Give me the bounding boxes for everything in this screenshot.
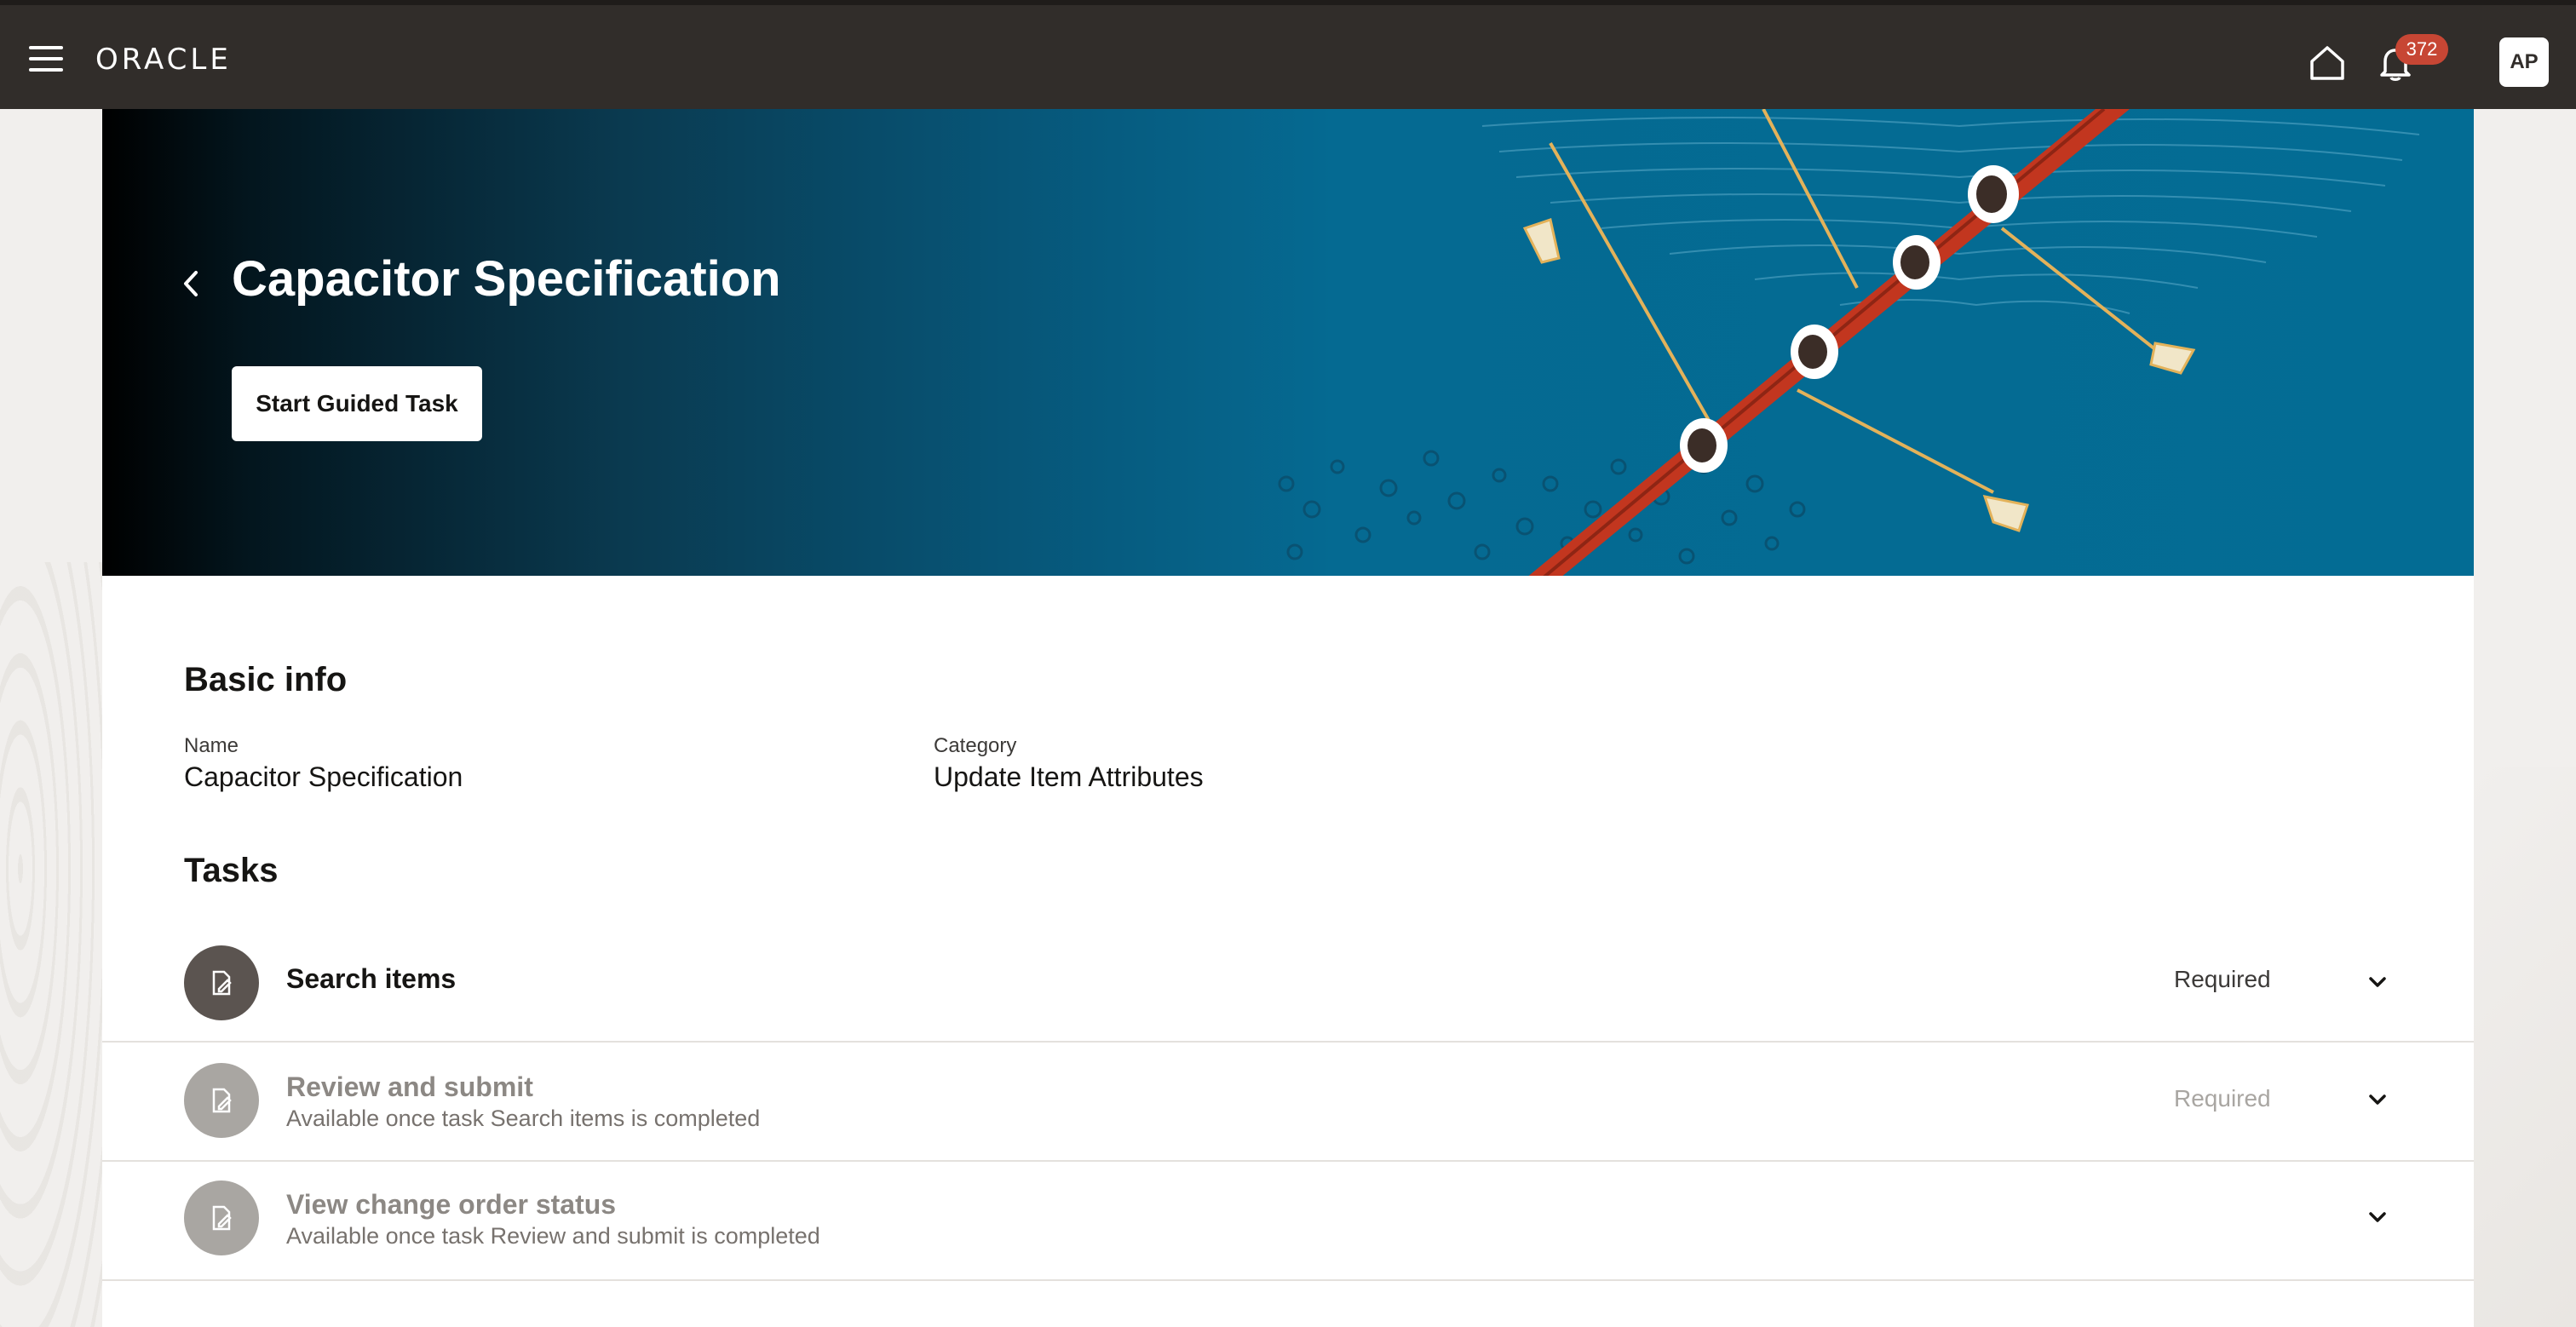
task-status: Required: [2174, 1085, 2271, 1112]
background-texture-left: [0, 562, 102, 1327]
notifications-badge: 372: [2395, 34, 2448, 65]
back-chevron-icon[interactable]: [170, 262, 213, 305]
task-row-review-and-submit[interactable]: Review and submit Available once task Se…: [102, 1044, 2474, 1162]
task-title: View change order status: [286, 1189, 617, 1220]
tasks-heading: Tasks: [184, 852, 279, 889]
start-guided-task-button[interactable]: Start Guided Task: [232, 366, 482, 441]
task-document-icon: [184, 945, 259, 1020]
menu-icon[interactable]: [29, 46, 63, 72]
home-icon[interactable]: [2307, 43, 2348, 83]
rowing-boat-illustration: [1278, 109, 2420, 576]
basic-info-heading: Basic info: [184, 661, 348, 698]
oracle-logo[interactable]: ORACLE: [95, 43, 232, 77]
task-row-view-change-order-status[interactable]: View change order status Available once …: [102, 1163, 2474, 1281]
task-status: Required: [2174, 966, 2271, 992]
name-value: Capacitor Specification: [184, 761, 463, 792]
task-title: Review and submit: [286, 1071, 533, 1102]
user-avatar[interactable]: AP: [2499, 37, 2549, 87]
category-value: Update Item Attributes: [934, 761, 1204, 792]
page-title: Capacitor Specification: [232, 251, 781, 307]
task-document-icon: [184, 1181, 259, 1255]
global-header: ORACLE 372 AP: [0, 0, 2576, 109]
task-title[interactable]: Search items: [286, 963, 456, 995]
task-subtitle: Available once task Review and submit is…: [286, 1223, 820, 1249]
background-texture-right: [2474, 767, 2576, 1327]
content-panel: Basic info Name Capacitor Specification …: [102, 576, 2474, 1327]
category-label: Category: [934, 734, 1017, 757]
task-subtitle: Available once task Search items is comp…: [286, 1106, 761, 1131]
task-row-search-items[interactable]: Search items Required: [102, 925, 2474, 1043]
expand-chevron-icon[interactable]: [2363, 1085, 2392, 1114]
expand-chevron-icon[interactable]: [2363, 968, 2392, 997]
name-label: Name: [184, 734, 239, 757]
expand-chevron-icon[interactable]: [2363, 1203, 2392, 1232]
hero-banner: Capacitor Specification Start Guided Tas…: [102, 109, 2474, 576]
task-document-icon: [184, 1063, 259, 1138]
